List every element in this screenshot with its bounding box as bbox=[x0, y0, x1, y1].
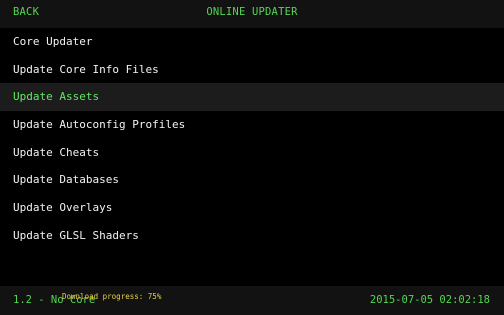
back-button[interactable]: BACK bbox=[13, 6, 39, 18]
menu-item-core-updater[interactable]: Core Updater bbox=[0, 28, 504, 56]
download-progress-message: Download progress: 75% bbox=[62, 292, 162, 301]
menu-item-update-glsl-shaders[interactable]: Update GLSL Shaders bbox=[0, 222, 504, 250]
menu-item-update-autoconfig-profiles[interactable]: Update Autoconfig Profiles bbox=[0, 111, 504, 139]
updater-menu-list: Core Updater Update Core Info Files Upda… bbox=[0, 28, 504, 250]
menu-item-update-cheats[interactable]: Update Cheats bbox=[0, 139, 504, 167]
menu-item-update-overlays[interactable]: Update Overlays bbox=[0, 194, 504, 222]
menu-item-update-core-info-files[interactable]: Update Core Info Files bbox=[0, 56, 504, 84]
menu-item-update-databases[interactable]: Update Databases bbox=[0, 166, 504, 194]
datetime-label: 2015-07-05 02:02:18 bbox=[369, 294, 490, 306]
page-title: ONLINE UPDATER bbox=[206, 6, 298, 18]
header-bar: ONLINE UPDATER BACK bbox=[0, 0, 504, 28]
menu-item-update-assets[interactable]: Update Assets bbox=[0, 83, 504, 112]
